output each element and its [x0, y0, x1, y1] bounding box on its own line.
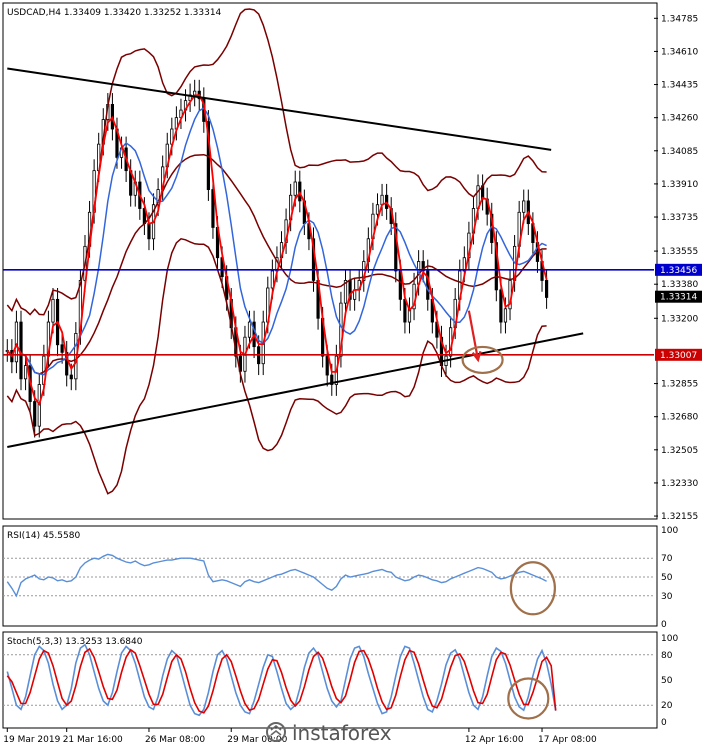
price-tick-label: 1.33910	[661, 180, 698, 190]
current-price-label: 1.33314	[660, 293, 697, 303]
time-tick-label: 21 Mar 16:00	[63, 735, 123, 745]
price-tick-label: 1.34260	[661, 114, 698, 124]
price-bar-body	[403, 298, 407, 323]
rsi-tick-label: 100	[661, 526, 678, 536]
price-tick-label: 1.32680	[661, 413, 698, 423]
price-tick-label: 1.34085	[661, 147, 698, 157]
price-tick-label: 1.33555	[661, 247, 698, 257]
price-bar-body	[14, 321, 19, 363]
main-panel	[2, 2, 658, 520]
price-tick-label: 1.34610	[661, 47, 698, 57]
time-tick-label: 12 Apr 16:00	[465, 735, 524, 745]
rsi-tick-label: 70	[661, 554, 673, 564]
rsi-tick-label: 50	[661, 573, 673, 583]
price-tick-label: 1.34785	[661, 14, 698, 24]
watermark-text: instaforex	[292, 721, 392, 745]
rsi-panel	[2, 525, 658, 627]
price-bar-body	[51, 298, 55, 323]
stoch-tick-label: 0	[661, 718, 667, 728]
stoch-tick-label: 100	[661, 634, 678, 644]
price-tick-label: 1.33380	[661, 280, 698, 290]
stoch-tick-label: 20	[661, 701, 673, 711]
price-tick-label: 1.32505	[661, 446, 698, 456]
price-bar-body	[69, 374, 73, 380]
price-tick-label: 1.32155	[661, 512, 698, 522]
level-label: 1.33456	[660, 266, 697, 276]
stoch-tick-label: 80	[661, 651, 673, 661]
main-title: USDCAD,H4 1.33409 1.33420 1.33252 1.3331…	[7, 8, 222, 18]
price-bar-body	[380, 194, 384, 206]
time-tick-label: 17 Apr 08:00	[538, 735, 597, 745]
price-bar-body	[247, 321, 252, 338]
rsi-title: RSI(14) 45.5580	[7, 531, 80, 541]
price-tick-label: 1.33735	[661, 213, 698, 223]
price-bar-body	[293, 181, 297, 196]
price-bar-body	[499, 289, 503, 323]
price-bar-body	[522, 200, 526, 213]
level-label: 1.33007	[660, 351, 697, 361]
price-tick-label: 1.32855	[661, 380, 698, 390]
main-price-axis: 1.34785 1.34610 1.34435 1.34260 1.34085 1.339…	[654, 14, 702, 522]
chart-canvas: 1.34785 1.34610 1.34435 1.34260 1.34085 1.339…	[2, 2, 702, 745]
price-bar-body	[375, 204, 380, 215]
price-bar-body	[193, 90, 197, 96]
stoch-title: Stoch(5,3,3) 13.3253 13.6840	[7, 637, 143, 647]
price-tick-label: 1.33200	[661, 314, 698, 324]
price-tick-label: 1.32330	[661, 479, 698, 489]
price-bar-body	[325, 355, 329, 376]
price-bar-body	[544, 280, 549, 298]
time-tick-label: 19 Mar 2019	[3, 735, 60, 745]
price-bar-body	[33, 401, 37, 427]
price-tick-label: 1.34435	[661, 81, 698, 91]
stoch-tick-label: 50	[661, 676, 673, 686]
time-tick-label: 26 Mar 08:00	[145, 735, 205, 745]
rsi-tick-label: 30	[661, 592, 673, 602]
price-bar-body	[147, 223, 151, 240]
rsi-axis: 100 70 50 30 0	[661, 526, 678, 630]
rsi-tick-label: 0	[661, 620, 667, 630]
price-bar-body	[60, 344, 64, 353]
stoch-axis: 100 80 50 20 0	[661, 634, 678, 728]
price-bar-body	[23, 365, 28, 380]
price-bar-body	[503, 308, 508, 323]
